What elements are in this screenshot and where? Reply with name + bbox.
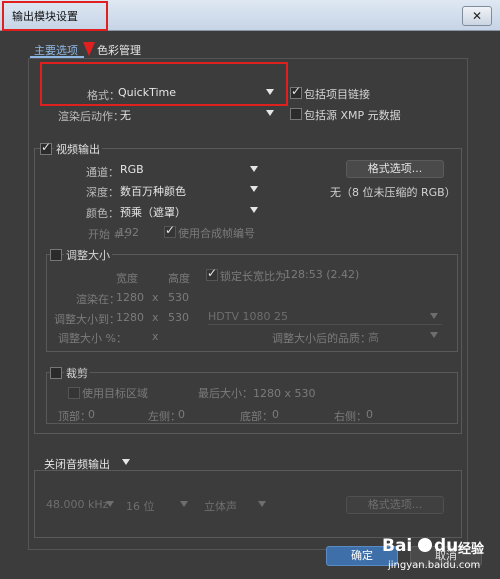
watermark-du: du: [434, 536, 459, 556]
channels-dropdown[interactable]: 立体声: [204, 498, 270, 513]
watermark-url: jingyan.baidu.com: [388, 560, 481, 571]
render-at-label: 渲染在：: [76, 293, 120, 306]
highlight-format: [40, 62, 288, 106]
watermark-brand: Bai: [382, 536, 413, 556]
bit-depth-dropdown[interactable]: 16 位: [126, 498, 192, 513]
render-height: 530: [168, 291, 189, 304]
sample-rate-value: 48.000 kHz: [46, 498, 109, 511]
resize-quality-label: 调整大小后的品质：: [272, 332, 371, 345]
color-label: 颜色：: [86, 207, 119, 220]
preset-dropdown[interactable]: HDTV 1080 25: [208, 310, 442, 325]
crop-right-value[interactable]: 0: [366, 408, 373, 421]
crop-bottom-value[interactable]: 0: [272, 408, 279, 421]
preset-value: HDTV 1080 25: [208, 310, 288, 323]
use-comp-frame-label: 使用合成帧编号: [178, 227, 255, 240]
chevron-down-icon: [106, 501, 114, 507]
include-project-link-label: 包括项目链接: [304, 88, 370, 101]
watermark-suffix: 经验: [458, 542, 485, 557]
depth-label: 深度：: [86, 186, 119, 199]
video-output-title: 视频输出: [54, 141, 102, 157]
max-size-label: 最后大小：1280 x 530: [198, 387, 316, 400]
resize-width-field[interactable]: 1280: [116, 311, 144, 324]
chevron-down-icon: [180, 501, 188, 507]
chevron-down-icon: [250, 166, 258, 172]
depth-dropdown[interactable]: 数百万种颜色: [120, 183, 262, 198]
resize-to-label: 调整大小到：: [54, 313, 120, 326]
audio-output-dropdown[interactable]: 关闭音频输出: [40, 456, 134, 471]
include-xmp-label: 包括源 XMP 元数据: [304, 109, 401, 122]
crop-checkbox[interactable]: [50, 367, 62, 379]
codec-info: 无（8 位未压缩的 RGB）: [330, 186, 456, 199]
video-output-checkbox[interactable]: [40, 140, 52, 155]
chevron-down-icon: [122, 459, 130, 465]
chevron-down-icon: [430, 313, 438, 319]
resize-pct-label: 调整大小 %：: [58, 332, 127, 345]
bit-depth-value: 16 位: [126, 500, 155, 513]
audio-format-options-button[interactable]: 格式选项...: [346, 496, 444, 514]
post-render-dropdown[interactable]: 无: [120, 107, 278, 122]
chevron-down-icon: [258, 501, 266, 507]
depth-value: 数百万种颜色: [120, 185, 186, 198]
sample-rate-dropdown[interactable]: 48.000 kHz: [46, 498, 118, 512]
resize-pct-x: x: [152, 330, 159, 343]
channel-label: 通道：: [86, 166, 119, 179]
use-comp-frame-checkbox[interactable]: [164, 223, 176, 238]
resize-x: x: [152, 311, 159, 324]
crop-left-label: 左侧：: [148, 410, 181, 423]
video-format-options-button[interactable]: 格式选项...: [346, 160, 444, 178]
crop-title: 裁剪: [64, 365, 90, 381]
chevron-down-icon: [430, 332, 438, 338]
channel-dropdown[interactable]: RGB: [120, 163, 262, 177]
quality-dropdown[interactable]: 高: [368, 329, 442, 344]
chevron-down-icon: [250, 207, 258, 213]
highlight-title: [2, 1, 108, 31]
pointer-arrow-icon: [83, 42, 95, 56]
crop-bottom-label: 底部：: [240, 410, 273, 423]
lock-aspect-value: 128:53 (2.42): [284, 268, 360, 281]
close-icon: ✕: [471, 9, 483, 23]
post-render-label: 渲染后动作：: [58, 110, 124, 123]
resize-title: 调整大小: [64, 247, 112, 263]
paw-icon: [418, 538, 432, 552]
crop-left-value[interactable]: 0: [178, 408, 185, 421]
close-button[interactable]: ✕: [462, 6, 492, 26]
include-xmp-checkbox[interactable]: [290, 108, 302, 120]
include-project-link-checkbox[interactable]: [290, 84, 302, 99]
render-width: 1280: [116, 291, 144, 304]
audio-output-value: 关闭音频输出: [44, 458, 110, 471]
tab-color-management[interactable]: 色彩管理: [97, 42, 141, 58]
color-value: 预乘（遮罩）: [120, 206, 186, 219]
chevron-down-icon: [266, 110, 274, 116]
use-roi-checkbox[interactable]: [68, 387, 80, 399]
resize-checkbox[interactable]: [50, 249, 62, 261]
crop-top-value[interactable]: 0: [88, 408, 95, 421]
crop-top-label: 顶部：: [58, 410, 91, 423]
lock-aspect-checkbox[interactable]: [206, 266, 218, 281]
baidu-watermark: Bai du 经验 jingyan.baidu.com: [382, 536, 498, 576]
resize-height-field[interactable]: 530: [168, 311, 189, 324]
lock-aspect-label: 锁定长宽比为: [220, 270, 286, 283]
use-roi-label: 使用目标区域: [82, 387, 148, 400]
color-dropdown[interactable]: 预乘（遮罩）: [120, 204, 262, 219]
channels-value: 立体声: [204, 500, 237, 513]
width-header: 宽度: [116, 272, 138, 285]
chevron-down-icon: [250, 186, 258, 192]
post-render-value: 无: [120, 109, 131, 122]
height-header: 高度: [168, 272, 190, 285]
quality-value: 高: [368, 331, 379, 344]
start-value: 192: [118, 226, 139, 239]
channel-value: RGB: [120, 163, 144, 176]
crop-right-label: 右侧：: [334, 410, 367, 423]
render-x: x: [152, 291, 159, 304]
